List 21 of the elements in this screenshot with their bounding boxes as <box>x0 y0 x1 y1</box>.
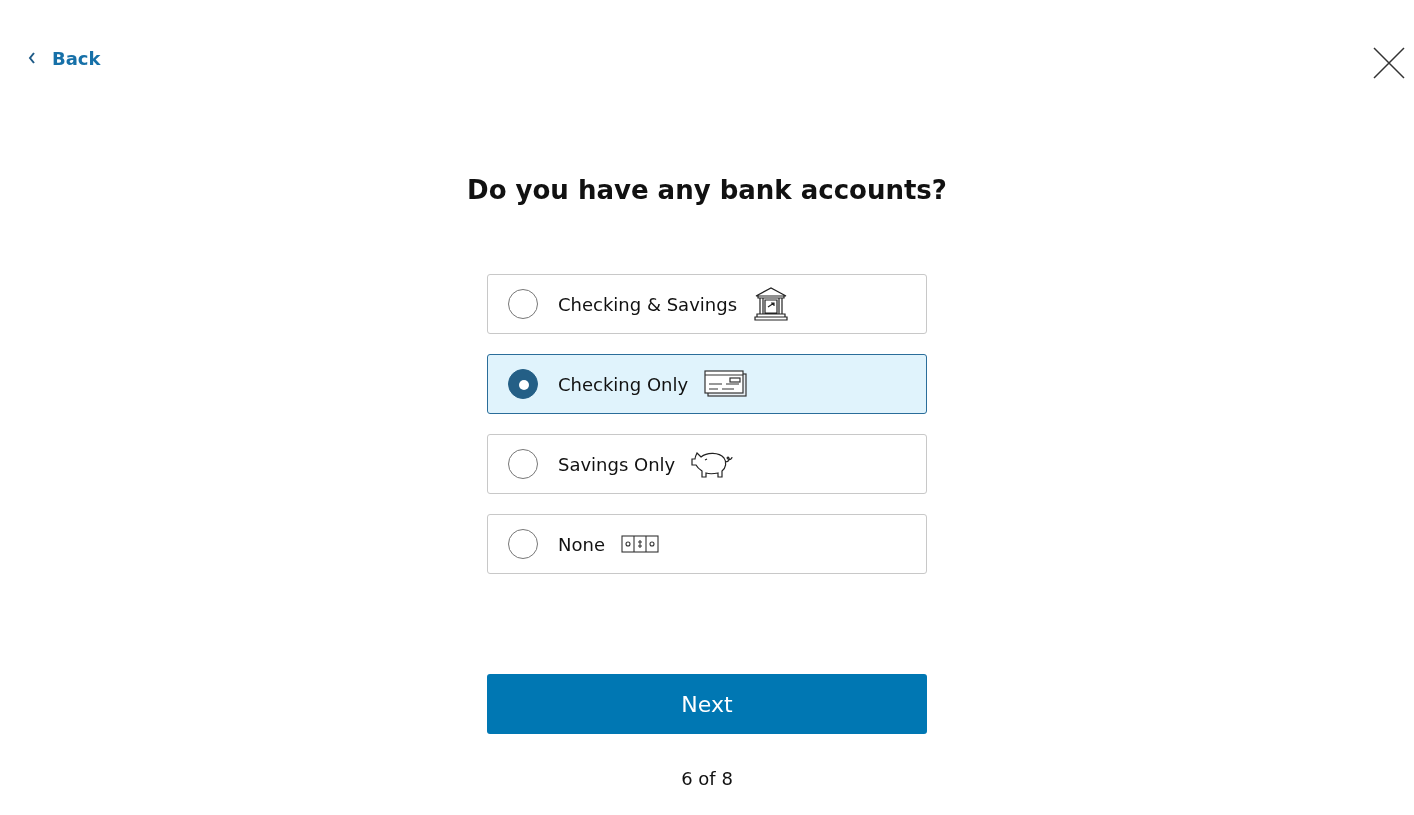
option-label: Checking Only <box>558 373 689 395</box>
bank-icon <box>753 286 789 322</box>
close-icon[interactable] <box>1373 47 1405 79</box>
radio-button[interactable] <box>508 369 538 399</box>
banknote-icon <box>620 535 659 553</box>
answer-option[interactable]: None <box>487 514 927 574</box>
option-label: Savings Only <box>558 453 676 475</box>
answer-option[interactable]: Checking Only <box>487 354 927 414</box>
step-counter: 6 of 8 <box>681 768 733 789</box>
check-icon <box>704 370 749 398</box>
answer-option[interactable]: Checking & Savings <box>487 274 927 334</box>
option-label: None <box>558 533 605 555</box>
chevron-left-icon <box>28 52 36 64</box>
radio-button[interactable] <box>508 449 538 479</box>
question-title: Do you have any bank accounts? <box>467 174 947 207</box>
back-link[interactable]: Back <box>28 47 101 69</box>
answer-option[interactable]: Savings Only <box>487 434 927 494</box>
radio-button[interactable] <box>508 529 538 559</box>
radio-button[interactable] <box>508 289 538 319</box>
option-label: Checking & Savings <box>558 293 737 315</box>
next-button[interactable]: Next <box>487 674 927 734</box>
